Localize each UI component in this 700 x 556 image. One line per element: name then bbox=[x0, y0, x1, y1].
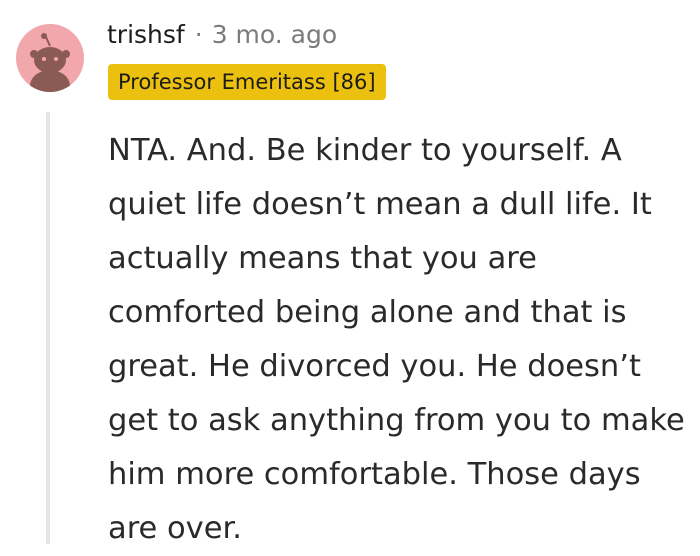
comment: trishsf · 3 mo. ago Professor Emeritass … bbox=[0, 0, 700, 546]
thread-collapse-line[interactable] bbox=[46, 112, 50, 544]
comment-body: NTA. And. Be kinder to yourself. A quiet… bbox=[108, 133, 685, 546]
snoo-avatar-icon bbox=[30, 33, 70, 92]
comment-timestamp[interactable]: 3 mo. ago bbox=[212, 20, 337, 49]
user-flair-badge: Professor Emeritass [86] bbox=[108, 64, 386, 100]
comment-header: trishsf · 3 mo. ago bbox=[107, 14, 337, 54]
meta-separator: · bbox=[194, 19, 203, 49]
username-link[interactable]: trishsf bbox=[107, 20, 185, 49]
user-avatar[interactable] bbox=[16, 24, 84, 92]
